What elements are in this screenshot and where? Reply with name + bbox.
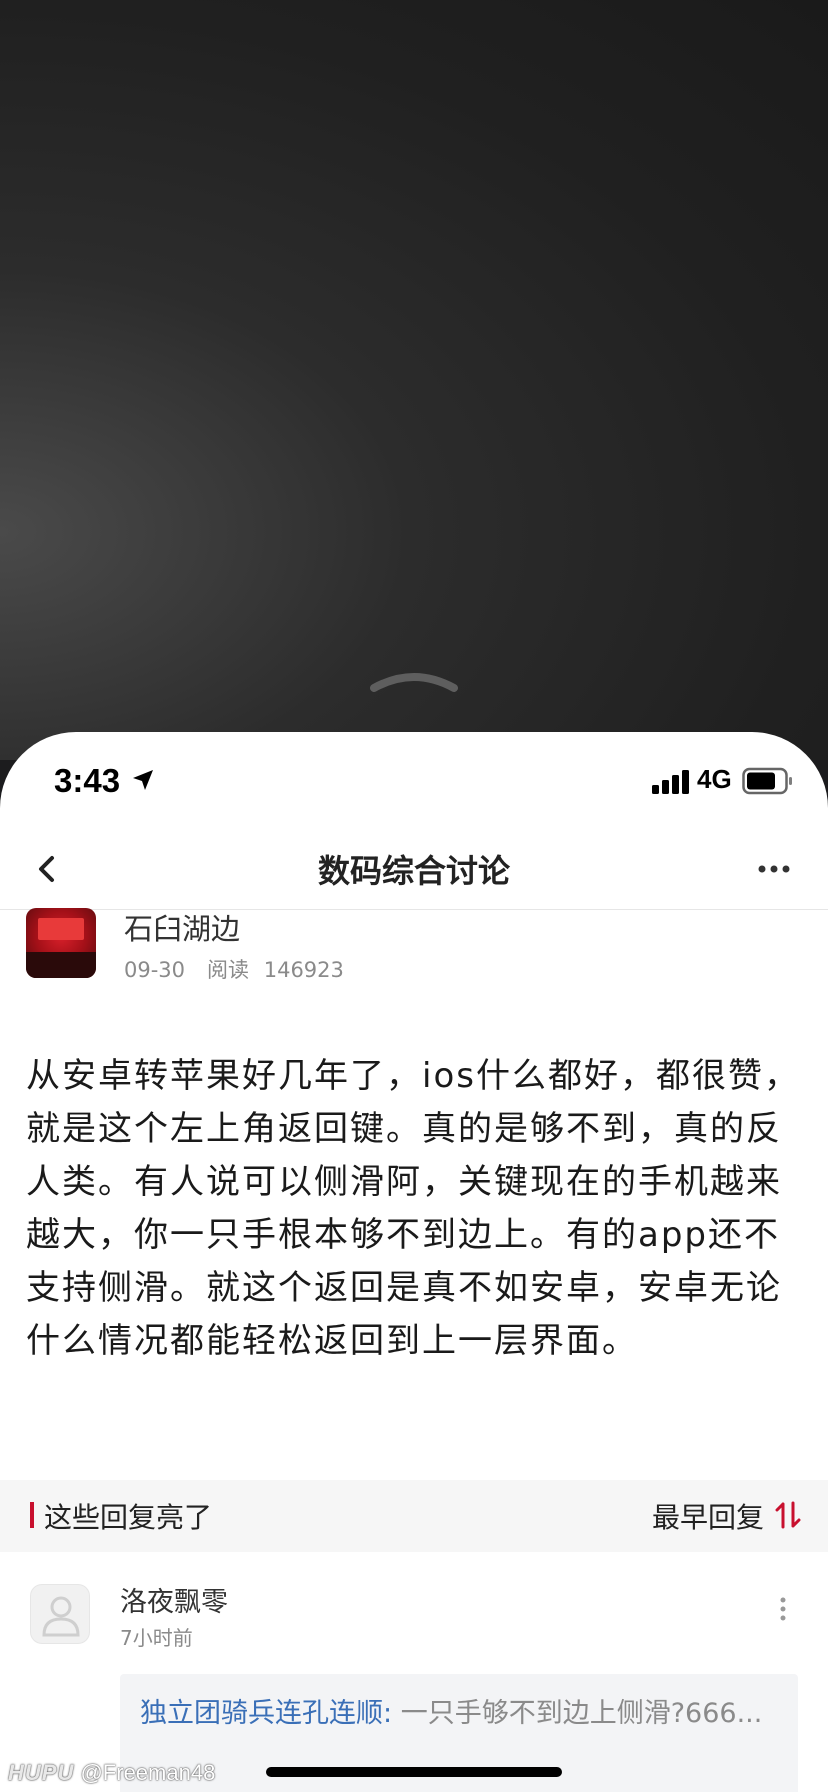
cellular-signal-icon <box>652 770 689 794</box>
reply-author[interactable]: 洛夜飘零 <box>120 1580 228 1619</box>
reply-avatar[interactable] <box>30 1584 90 1644</box>
reply-more-icon[interactable] <box>770 1594 796 1624</box>
battery-icon <box>742 767 792 795</box>
author-name[interactable]: 石臼湖边 <box>124 906 240 948</box>
page-title: 数码综合讨论 <box>317 852 510 890</box>
read-label: 阅读 <box>207 958 250 982</box>
post-date: 09-30 <box>124 958 186 982</box>
sort-toggle[interactable]: 最早回复 <box>652 1496 764 1536</box>
replies-header: 这些回复亮了 最早回复 <box>0 1480 828 1552</box>
nav-bar: 数码综合讨论 <box>0 828 828 910</box>
network-type: 4G <box>697 764 732 794</box>
quote-text: 一只手够不到边上侧滑?666... <box>400 1698 763 1729</box>
quote-author[interactable]: 独立团骑兵连孔连顺: <box>140 1698 392 1729</box>
home-indicator[interactable] <box>266 1767 562 1777</box>
reply-time: 7小时前 <box>120 1626 193 1650</box>
more-options-icon[interactable] <box>754 852 794 886</box>
post-body: 从安卓转苹果好几年了，ios什么都好，都很赞，就是这个左上角返回键。真的是够不到… <box>26 1056 800 1361</box>
watermark-handle: @Freeman48 <box>80 1760 216 1785</box>
status-time: 3:43 <box>54 762 121 799</box>
user-placeholder-icon <box>42 1596 80 1637</box>
watermark: HUPU @Freeman48 <box>8 1760 215 1786</box>
status-bar: 3:43 4G <box>0 732 828 828</box>
avatar-image-detail <box>38 918 84 940</box>
avatar-image-detail <box>26 952 96 978</box>
section-title: 这些回复亮了 <box>44 1501 213 1534</box>
read-count: 146923 <box>263 958 344 982</box>
sort-icon[interactable] <box>774 1500 802 1530</box>
post-meta: 09-30 阅读 146923 <box>124 954 344 984</box>
author-avatar[interactable] <box>26 908 96 978</box>
location-arrow-icon <box>133 770 153 790</box>
watermark-brand: HUPU <box>8 1760 75 1785</box>
app-switcher-backdrop <box>0 0 828 760</box>
chevron-up-icon[interactable] <box>368 668 460 694</box>
section-marker <box>30 1502 34 1528</box>
app-card[interactable]: 3:43 4G 数码综合讨论 石臼湖边 09-30 阅读 146923 从安卓转… <box>0 732 828 1792</box>
